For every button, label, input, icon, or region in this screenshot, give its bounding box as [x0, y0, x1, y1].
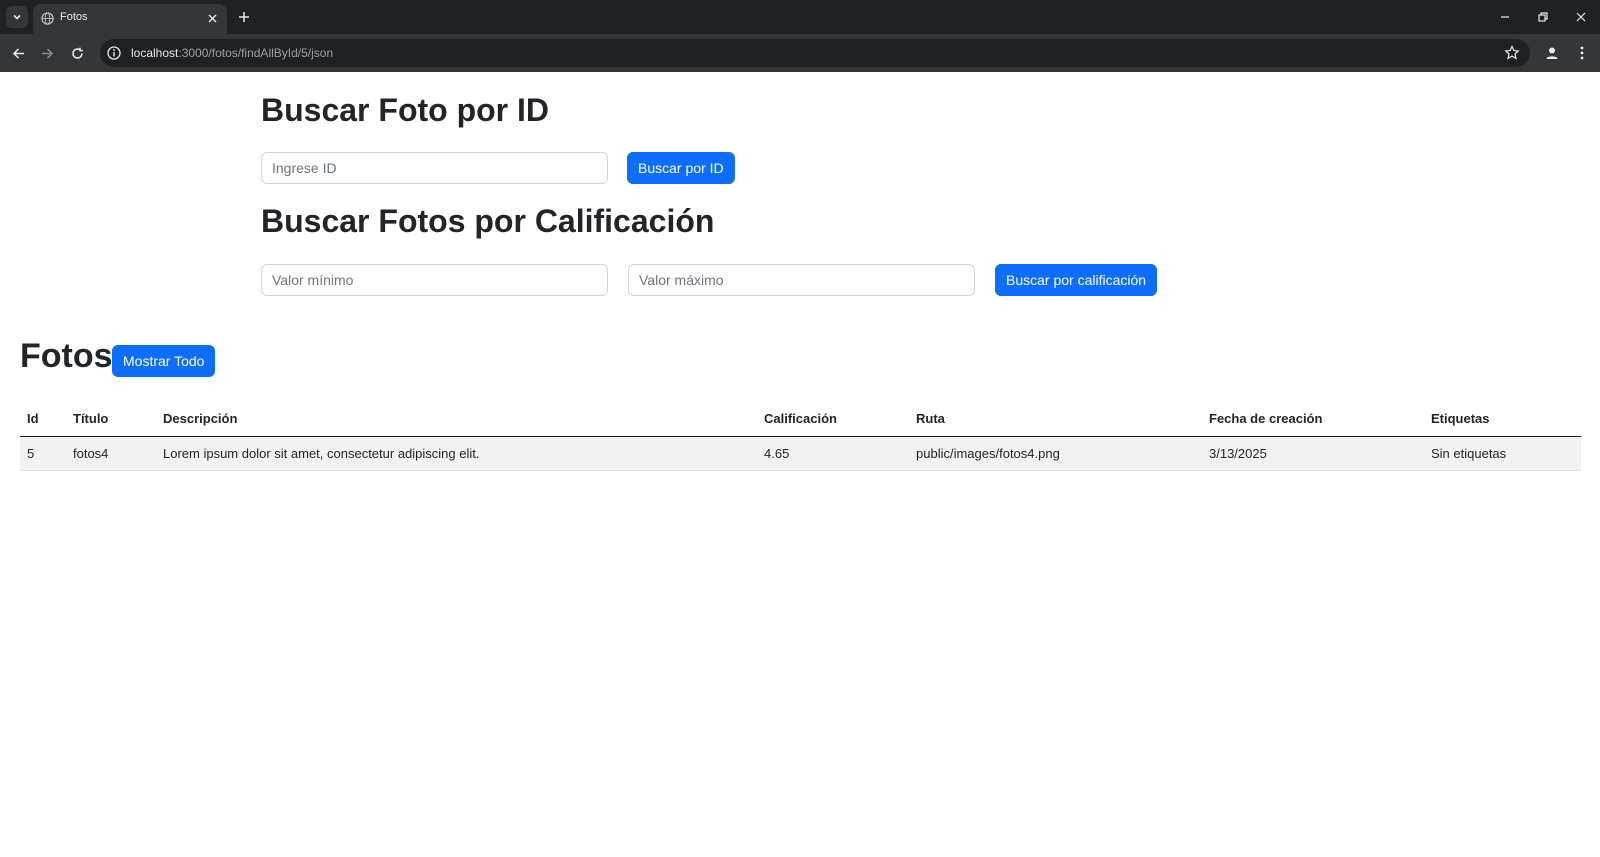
profile-button[interactable]: [1541, 42, 1563, 64]
cell-fecha: 3/13/2025: [1202, 436, 1424, 471]
column-header-etiquetas: Etiquetas: [1424, 402, 1581, 437]
search-by-id-button[interactable]: Buscar por ID: [627, 152, 735, 184]
browser-menu-button[interactable]: [1571, 42, 1593, 64]
plus-icon: [239, 12, 249, 22]
globe-icon: [41, 12, 54, 25]
column-header-ruta: Ruta: [909, 402, 1202, 437]
browser-tabstrip: Fotos: [0, 0, 1600, 34]
url-path: :3000/fotos/findAllById/5/json: [178, 46, 334, 60]
url-text[interactable]: localhost:3000/fotos/findAllById/5/json: [131, 46, 333, 60]
reload-button[interactable]: [66, 42, 88, 64]
cell-calificacion: 4.65: [757, 436, 909, 471]
restore-icon: [1538, 12, 1548, 22]
column-header-id: Id: [20, 402, 66, 437]
cell-id: 5: [20, 436, 66, 471]
show-all-button[interactable]: Mostrar Todo: [112, 345, 216, 377]
tab-search-button[interactable]: [6, 6, 28, 28]
tab-title: Fotos: [60, 11, 88, 23]
search-id-title: Buscar Foto por ID: [261, 92, 550, 128]
tab-close-button[interactable]: [205, 11, 219, 25]
column-header-fecha: Fecha de creación: [1202, 402, 1424, 437]
back-button[interactable]: [7, 42, 29, 64]
restore-button[interactable]: [1532, 6, 1554, 28]
close-window-button[interactable]: [1570, 6, 1592, 28]
column-header-calificacion: Calificación: [757, 402, 909, 437]
search-rating-title: Buscar Fotos por Calificación: [261, 203, 715, 239]
id-input[interactable]: [261, 152, 608, 184]
max-rating-input[interactable]: [628, 264, 975, 296]
reload-icon: [71, 47, 83, 59]
fotos-title: Fotos: [20, 337, 113, 375]
new-tab-button[interactable]: [234, 7, 254, 27]
cell-etiquetas: Sin etiquetas: [1424, 436, 1581, 471]
kebab-menu-icon: [1580, 46, 1584, 60]
url-host: localhost: [131, 46, 179, 60]
fotos-table: Id Título Descripción Calificación Ruta …: [20, 402, 1581, 471]
page-content: Buscar Foto por ID Buscar por ID Buscar …: [0, 72, 1600, 857]
cell-ruta: public/images/fotos4.png: [909, 436, 1202, 471]
star-icon[interactable]: [1504, 45, 1520, 61]
arrow-left-icon: [12, 47, 24, 59]
minimize-button[interactable]: [1494, 6, 1516, 28]
browser-tab[interactable]: Fotos: [33, 4, 227, 34]
close-icon: [208, 14, 216, 22]
close-icon: [1576, 12, 1586, 22]
person-icon: [1546, 47, 1558, 59]
search-by-rating-button[interactable]: Buscar por calificación: [995, 264, 1158, 296]
cell-titulo: fotos4: [66, 436, 156, 471]
chevron-down-icon: [13, 14, 21, 20]
arrow-right-icon: [41, 47, 53, 59]
info-icon[interactable]: [107, 46, 121, 60]
forward-button[interactable]: [36, 42, 58, 64]
column-header-titulo: Título: [66, 402, 156, 437]
table-header-row: Id Título Descripción Calificación Ruta …: [20, 402, 1581, 437]
min-rating-input[interactable]: [261, 264, 608, 296]
table-row: 5 fotos4 Lorem ipsum dolor sit amet, con…: [20, 436, 1581, 471]
minimize-icon: [1501, 16, 1509, 18]
browser-toolbar: localhost:3000/fotos/findAllById/5/json: [0, 34, 1600, 72]
cell-descripcion: Lorem ipsum dolor sit amet, consectetur …: [156, 436, 757, 471]
address-bar[interactable]: localhost:3000/fotos/findAllById/5/json: [100, 39, 1530, 67]
column-header-descripcion: Descripción: [156, 402, 757, 437]
